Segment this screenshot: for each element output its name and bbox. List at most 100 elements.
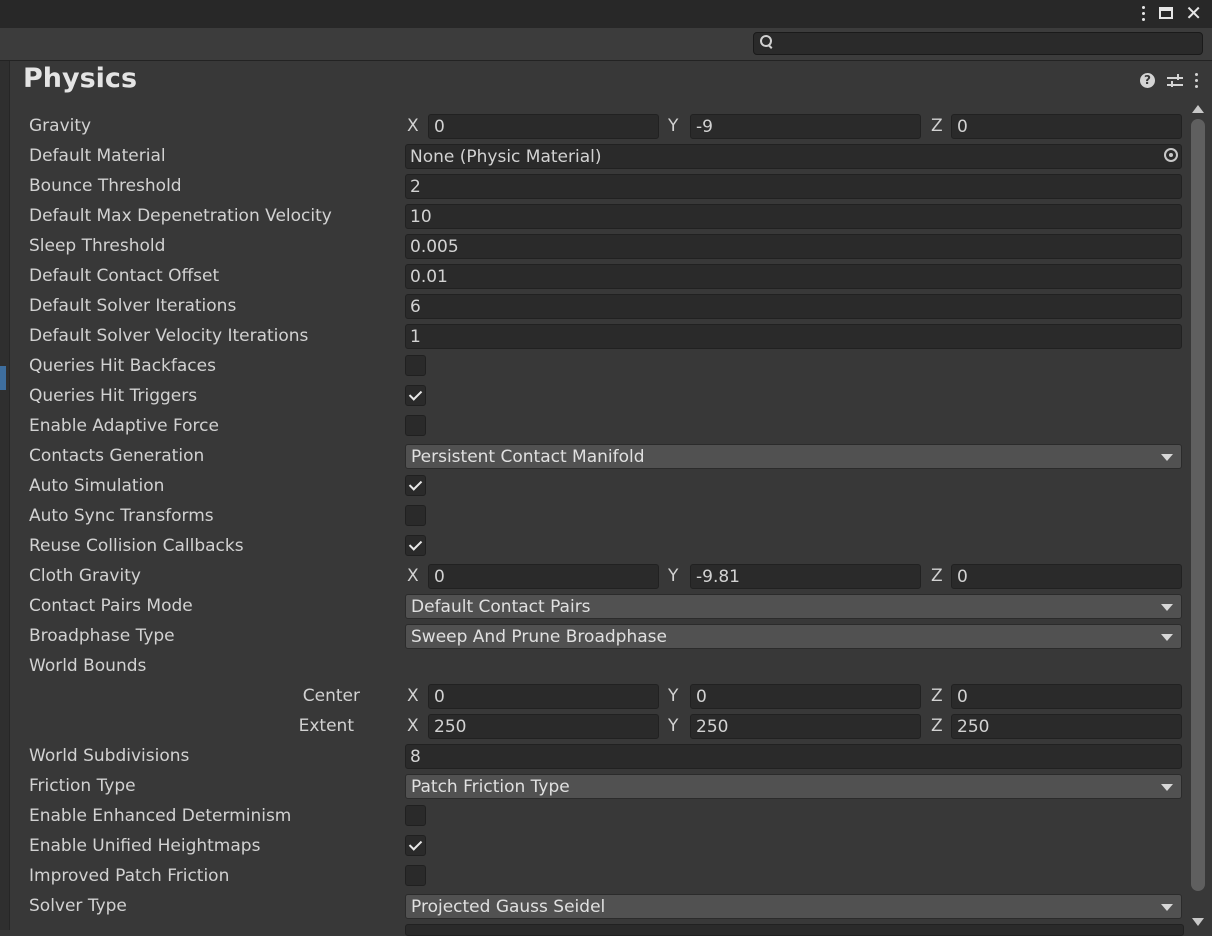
sleep-threshold-label: Sleep Threshold bbox=[29, 236, 166, 256]
center-z-label[interactable]: Z bbox=[931, 686, 943, 706]
object-picker-icon[interactable] bbox=[1164, 148, 1178, 162]
world-subdivisions-label: World Subdivisions bbox=[29, 746, 190, 766]
extent-z-field[interactable]: 250 bbox=[951, 714, 1182, 739]
auto-sync-transforms-checkbox[interactable] bbox=[405, 505, 426, 526]
contact-pairs-mode-row: Contact Pairs Mode Default Contact Pairs bbox=[0, 591, 1186, 621]
help-icon[interactable]: ? bbox=[1140, 73, 1155, 88]
default-material-value: None (Physic Material) bbox=[410, 147, 602, 167]
contacts-generation-value: Persistent Contact Manifold bbox=[411, 447, 645, 467]
cloth-gravity-x-label[interactable]: X bbox=[407, 566, 419, 586]
broadphase-type-label: Broadphase Type bbox=[29, 626, 175, 646]
queries-hit-triggers-label: Queries Hit Triggers bbox=[29, 386, 198, 406]
unified-heightmaps-label: Enable Unified Heightmaps bbox=[29, 836, 261, 856]
auto-sync-transforms-row: Auto Sync Transforms bbox=[0, 501, 1186, 531]
dropdown-arrow-icon bbox=[1161, 634, 1173, 641]
extent-y-field[interactable]: 250 bbox=[690, 714, 921, 739]
search-input[interactable] bbox=[776, 33, 1196, 54]
enable-adaptive-force-checkbox[interactable] bbox=[405, 415, 426, 436]
improved-patch-friction-label: Improved Patch Friction bbox=[29, 866, 230, 886]
max-depenetration-field[interactable]: 10 bbox=[405, 204, 1182, 229]
queries-hit-backfaces-checkbox[interactable] bbox=[405, 355, 426, 376]
broadphase-type-dropdown[interactable]: Sweep And Prune Broadphase bbox=[405, 624, 1182, 649]
extent-x-label[interactable]: X bbox=[407, 716, 419, 736]
enhanced-determinism-label: Enable Enhanced Determinism bbox=[29, 806, 292, 826]
center-y-field[interactable]: 0 bbox=[690, 684, 921, 709]
scroll-up-arrow-icon[interactable] bbox=[1192, 105, 1204, 113]
solver-iterations-row: Default Solver Iterations 6 bbox=[0, 291, 1186, 321]
cloth-gravity-y-label[interactable]: Y bbox=[668, 566, 678, 586]
cloth-gravity-label: Cloth Gravity bbox=[29, 566, 141, 586]
inspector-header: Physics ? bbox=[9, 61, 1212, 101]
contact-pairs-mode-dropdown[interactable]: Default Contact Pairs bbox=[405, 594, 1182, 619]
world-subdivisions-row: World Subdivisions 8 bbox=[0, 741, 1186, 771]
scrollbar-thumb[interactable] bbox=[1191, 119, 1205, 891]
bounce-threshold-row: Bounce Threshold 2 bbox=[0, 171, 1186, 201]
center-z-field[interactable]: 0 bbox=[951, 684, 1182, 709]
bounce-threshold-field[interactable]: 2 bbox=[405, 174, 1182, 199]
auto-simulation-checkbox[interactable] bbox=[405, 475, 426, 496]
friction-type-dropdown[interactable]: Patch Friction Type bbox=[405, 774, 1182, 799]
reuse-collision-callbacks-row: Reuse Collision Callbacks bbox=[0, 531, 1186, 561]
contact-offset-row: Default Contact Offset 0.01 bbox=[0, 261, 1186, 291]
solver-velocity-iterations-field[interactable]: 1 bbox=[405, 324, 1182, 349]
presets-icon[interactable] bbox=[1167, 73, 1183, 88]
solver-type-row: Solver Type Projected Gauss Seidel bbox=[0, 891, 1186, 921]
kebab-menu-icon[interactable] bbox=[1140, 5, 1147, 21]
friction-type-label: Friction Type bbox=[29, 776, 136, 796]
reuse-collision-callbacks-checkbox[interactable] bbox=[405, 535, 426, 556]
enhanced-determinism-checkbox[interactable] bbox=[405, 805, 426, 826]
improved-patch-friction-row: Improved Patch Friction bbox=[0, 861, 1186, 891]
contacts-generation-dropdown[interactable]: Persistent Contact Manifold bbox=[405, 444, 1182, 469]
solver-type-dropdown[interactable]: Projected Gauss Seidel bbox=[405, 894, 1182, 919]
center-y-label[interactable]: Y bbox=[668, 686, 678, 706]
search-box[interactable] bbox=[753, 32, 1203, 55]
contact-offset-label: Default Contact Offset bbox=[29, 266, 220, 286]
cloth-gravity-x-field[interactable]: 0 bbox=[428, 564, 659, 589]
reuse-collision-callbacks-label: Reuse Collision Callbacks bbox=[29, 536, 244, 556]
default-material-field[interactable]: None (Physic Material) bbox=[405, 144, 1182, 169]
center-x-field[interactable]: 0 bbox=[428, 684, 659, 709]
contacts-generation-label: Contacts Generation bbox=[29, 446, 205, 466]
gravity-x-label[interactable]: X bbox=[407, 116, 419, 136]
solver-velocity-iterations-label: Default Solver Velocity Iterations bbox=[29, 326, 309, 346]
unified-heightmaps-row: Enable Unified Heightmaps bbox=[0, 831, 1186, 861]
gravity-y-field[interactable]: -9 bbox=[690, 114, 921, 139]
window-controls: ✕ bbox=[1140, 3, 1202, 23]
extent-y-label[interactable]: Y bbox=[668, 716, 678, 736]
contact-offset-field[interactable]: 0.01 bbox=[405, 264, 1182, 289]
vertical-scrollbar[interactable] bbox=[1186, 101, 1212, 930]
solver-type-value: Projected Gauss Seidel bbox=[411, 897, 606, 917]
close-icon[interactable]: ✕ bbox=[1185, 3, 1202, 23]
unified-heightmaps-checkbox[interactable] bbox=[405, 835, 426, 856]
broadphase-type-value: Sweep And Prune Broadphase bbox=[411, 627, 667, 647]
center-x-label[interactable]: X bbox=[407, 686, 419, 706]
extent-x-field[interactable]: 250 bbox=[428, 714, 659, 739]
gravity-z-label[interactable]: Z bbox=[931, 116, 943, 136]
maximize-icon[interactable] bbox=[1159, 7, 1174, 19]
enable-adaptive-force-row: Enable Adaptive Force bbox=[0, 411, 1186, 441]
queries-hit-backfaces-row: Queries Hit Backfaces bbox=[0, 351, 1186, 381]
cloth-gravity-y-field[interactable]: -9.81 bbox=[690, 564, 921, 589]
scroll-down-arrow-icon[interactable] bbox=[1192, 918, 1204, 926]
auto-sync-transforms-label: Auto Sync Transforms bbox=[29, 506, 214, 526]
gravity-x-field[interactable]: 0 bbox=[428, 114, 659, 139]
extent-z-label[interactable]: Z bbox=[931, 716, 943, 736]
cloth-gravity-z-label[interactable]: Z bbox=[931, 566, 943, 586]
improved-patch-friction-checkbox[interactable] bbox=[405, 865, 426, 886]
gravity-z-field[interactable]: 0 bbox=[951, 114, 1182, 139]
cloth-gravity-z-field[interactable]: 0 bbox=[951, 564, 1182, 589]
solver-iterations-field[interactable]: 6 bbox=[405, 294, 1182, 319]
world-bounds-extent-row: Extent X 250 Y 250 Z 250 bbox=[0, 711, 1186, 741]
context-menu-icon[interactable] bbox=[1195, 73, 1198, 88]
auto-simulation-row: Auto Simulation bbox=[0, 471, 1186, 501]
dropdown-arrow-icon bbox=[1161, 904, 1173, 911]
default-material-label: Default Material bbox=[29, 146, 166, 166]
contacts-generation-row: Contacts Generation Persistent Contact M… bbox=[0, 441, 1186, 471]
gravity-y-label[interactable]: Y bbox=[668, 116, 678, 136]
world-subdivisions-field[interactable]: 8 bbox=[405, 744, 1182, 769]
sleep-threshold-field[interactable]: 0.005 bbox=[405, 234, 1182, 259]
page-title: Physics bbox=[23, 63, 138, 94]
queries-hit-triggers-checkbox[interactable] bbox=[405, 385, 426, 406]
search-icon bbox=[760, 35, 772, 47]
max-depenetration-row: Default Max Depenetration Velocity 10 bbox=[0, 201, 1186, 231]
